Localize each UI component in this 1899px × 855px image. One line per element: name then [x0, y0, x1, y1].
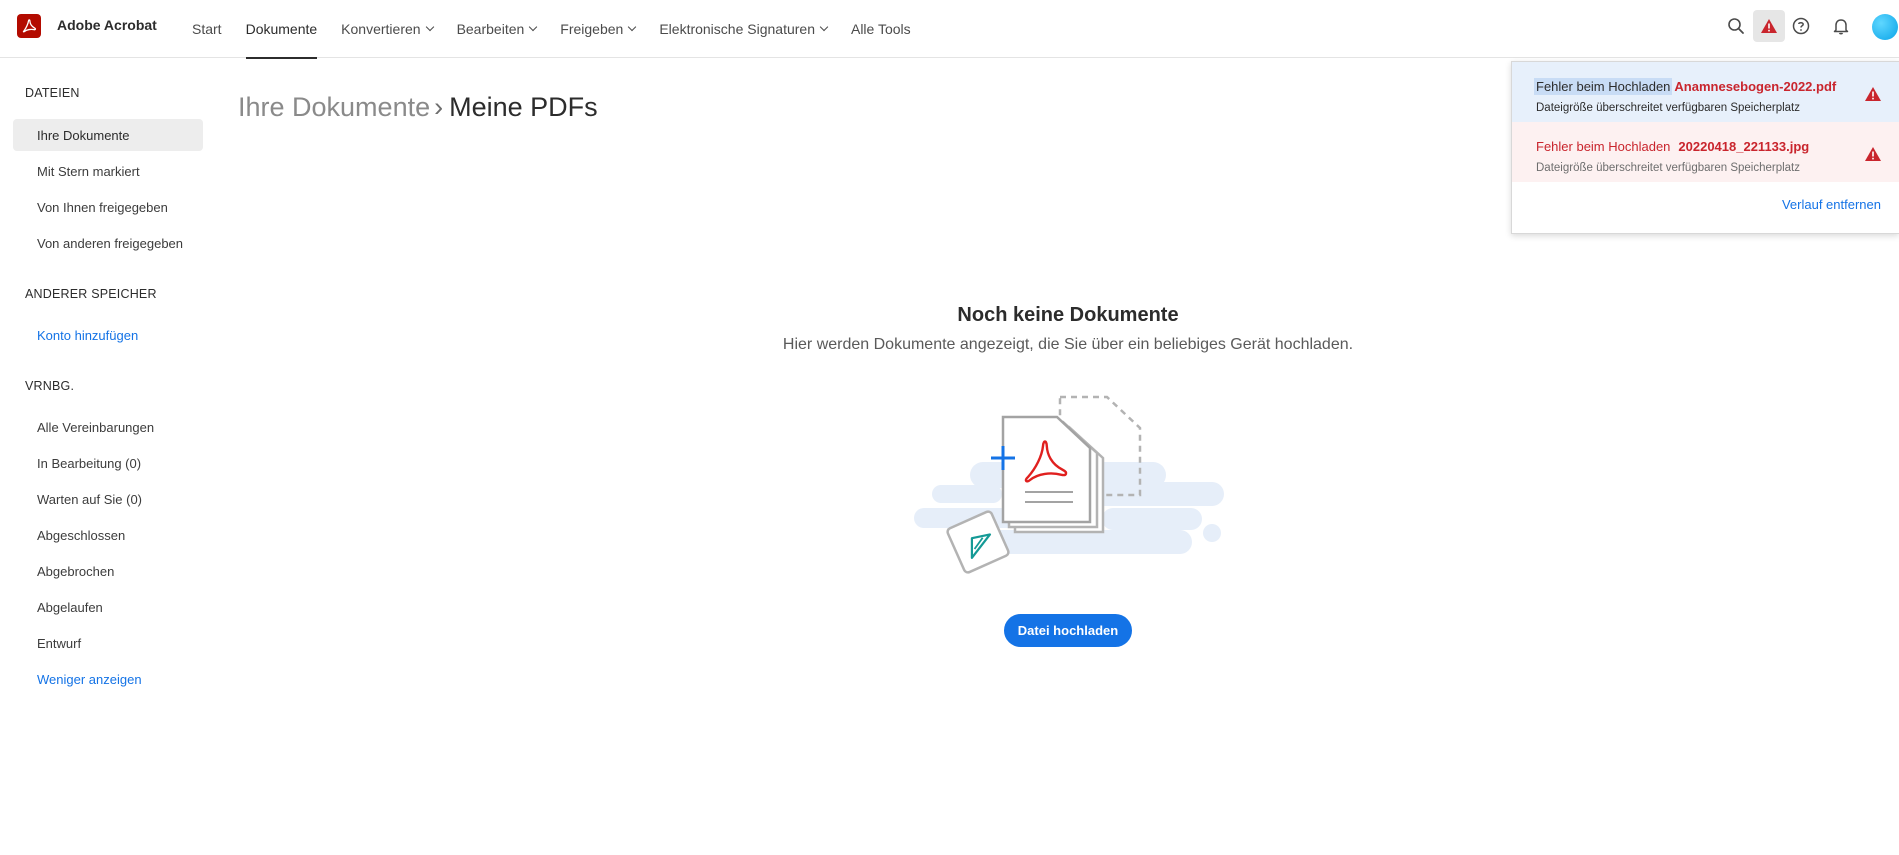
nav-label: Alle Tools	[850, 21, 911, 37]
sidebar-item-label: Von anderen freigegeben	[37, 235, 184, 251]
sidebar-item-shared-by-others[interactable]: Von anderen freigegeben	[13, 227, 203, 259]
notification-item[interactable]: Fehler beim Hochladen 20220418_221133.jpg…	[1512, 122, 1899, 182]
empty-state-title: Noch keine Dokumente	[957, 304, 1179, 326]
show-less-link[interactable]: Weniger anzeigen	[13, 663, 203, 695]
sidebar-item-starred[interactable]: Mit Stern markiert	[13, 155, 203, 187]
upload-file-button[interactable]: Datei hochladen	[1004, 614, 1132, 647]
notification-filename: Anamnesebogen-2022.pdf	[1674, 79, 1837, 94]
bell-icon[interactable]	[1825, 10, 1857, 42]
app-title[interactable]: Adobe Acrobat	[57, 17, 157, 33]
nav-label: Freigeben	[560, 21, 624, 37]
nav-start[interactable]: Start	[180, 0, 234, 58]
sidebar-item-label: Abgelaufen	[37, 599, 103, 615]
sidebar-item-cancelled[interactable]: Abgebrochen	[13, 555, 203, 587]
sidebar-item-label: Warten auf Sie (0)	[37, 491, 143, 507]
nav-label: Konvertieren	[341, 21, 421, 37]
notification-title: Fehler beim Hochladen 20220418_221133.jpg	[1536, 139, 1809, 154]
sidebar-item-waiting-for-you[interactable]: Warten auf Sie (0)	[13, 483, 203, 515]
notification-filename: 20220418_221133.jpg	[1678, 139, 1810, 154]
nav-edit[interactable]: Bearbeiten	[445, 0, 549, 58]
breadcrumb-separator: ›	[434, 92, 444, 122]
sidebar-item-shared-by-you[interactable]: Von Ihnen freigegeben	[13, 191, 203, 223]
nav-label: Elektronische Signaturen	[659, 21, 815, 37]
warning-icon[interactable]	[1753, 10, 1785, 42]
sidebar-item-label: Alle Vereinbarungen	[37, 419, 155, 435]
nav-e-signatures[interactable]: Elektronische Signaturen	[647, 0, 839, 58]
help-icon[interactable]	[1785, 10, 1817, 42]
notification-title: Fehler beim Hochladen Anamnesebogen-2022.…	[1534, 78, 1837, 95]
page-title: Meine PDFs	[449, 92, 598, 122]
sidebar-item-expired[interactable]: Abgelaufen	[13, 591, 203, 623]
section-heading-agreements: VRNBG.	[25, 379, 75, 393]
chevron-down-icon	[425, 22, 434, 32]
notification-message: Dateigröße überschreitet verfügbaren Spe…	[1536, 102, 1801, 114]
avatar[interactable]	[1872, 14, 1898, 40]
notification-message: Dateigröße überschreitet verfügbaren Spe…	[1536, 162, 1801, 174]
notification-item[interactable]: Fehler beim Hochladen Anamnesebogen-2022.…	[1512, 62, 1899, 122]
show-less-label: Weniger anzeigen	[37, 671, 142, 687]
sidebar-item-completed[interactable]: Abgeschlossen	[13, 519, 203, 551]
notification-status: Fehler beim Hochladen	[1534, 78, 1673, 95]
notification-status: Fehler beim Hochladen	[1536, 139, 1671, 154]
search-icon[interactable]	[1720, 10, 1752, 42]
breadcrumb-parent[interactable]: Ihre Dokumente	[238, 92, 430, 122]
chevron-down-icon	[628, 22, 637, 32]
upload-notifications-panel: Fehler beim Hochladen Anamnesebogen-2022.…	[1511, 61, 1899, 234]
nav-documents[interactable]: Dokumente	[234, 0, 330, 59]
main-nav: Start Dokumente Konvertieren Bearbeiten …	[180, 0, 923, 59]
nav-all-tools[interactable]: Alle Tools	[839, 0, 923, 58]
sidebar-item-label: Abgeschlossen	[37, 527, 126, 543]
nav-label: Bearbeiten	[456, 21, 525, 37]
acrobat-logo-icon[interactable]	[17, 14, 41, 38]
chevron-down-icon	[529, 22, 538, 32]
sidebar-item-label: Von Ihnen freigegeben	[37, 199, 168, 215]
warning-icon	[1865, 87, 1881, 101]
nav-label: Dokumente	[245, 21, 318, 37]
sidebar: DATEIEN Ihre Dokumente Mit Stern markier…	[0, 58, 215, 855]
sidebar-item-your-documents[interactable]: Ihre Dokumente	[13, 119, 203, 151]
sidebar-item-label: Entwurf	[37, 635, 82, 651]
chevron-down-icon	[819, 22, 829, 32]
empty-documents-illustration	[914, 395, 1224, 574]
sidebar-item-in-progress[interactable]: In Bearbeitung (0)	[13, 447, 203, 479]
sidebar-item-all-agreements[interactable]: Alle Vereinbarungen	[13, 411, 203, 443]
breadcrumb: Ihre Dokumente › Meine PDFs	[238, 92, 598, 123]
sidebar-item-label: Mit Stern markiert	[37, 163, 140, 179]
nav-convert[interactable]: Konvertieren	[329, 0, 444, 58]
sidebar-item-label: Ihre Dokumente	[37, 127, 130, 143]
nav-label: Start	[192, 21, 222, 37]
section-heading-storage: ANDERER SPEICHER	[25, 287, 157, 301]
section-heading-files: DATEIEN	[25, 86, 80, 100]
sidebar-item-label: In Bearbeitung (0)	[37, 455, 142, 471]
sidebar-item-label: Abgebrochen	[37, 563, 115, 579]
empty-state-subtitle: Hier werden Dokumente angezeigt, die Sie…	[782, 336, 1354, 353]
warning-icon	[1865, 147, 1881, 161]
nav-share[interactable]: Freigeben	[548, 0, 647, 58]
sidebar-item-draft[interactable]: Entwurf	[13, 627, 203, 659]
top-bar: Adobe Acrobat Start Dokumente Konvertier…	[0, 0, 1899, 59]
clear-history-link[interactable]: Verlauf entfernen	[1782, 197, 1881, 212]
